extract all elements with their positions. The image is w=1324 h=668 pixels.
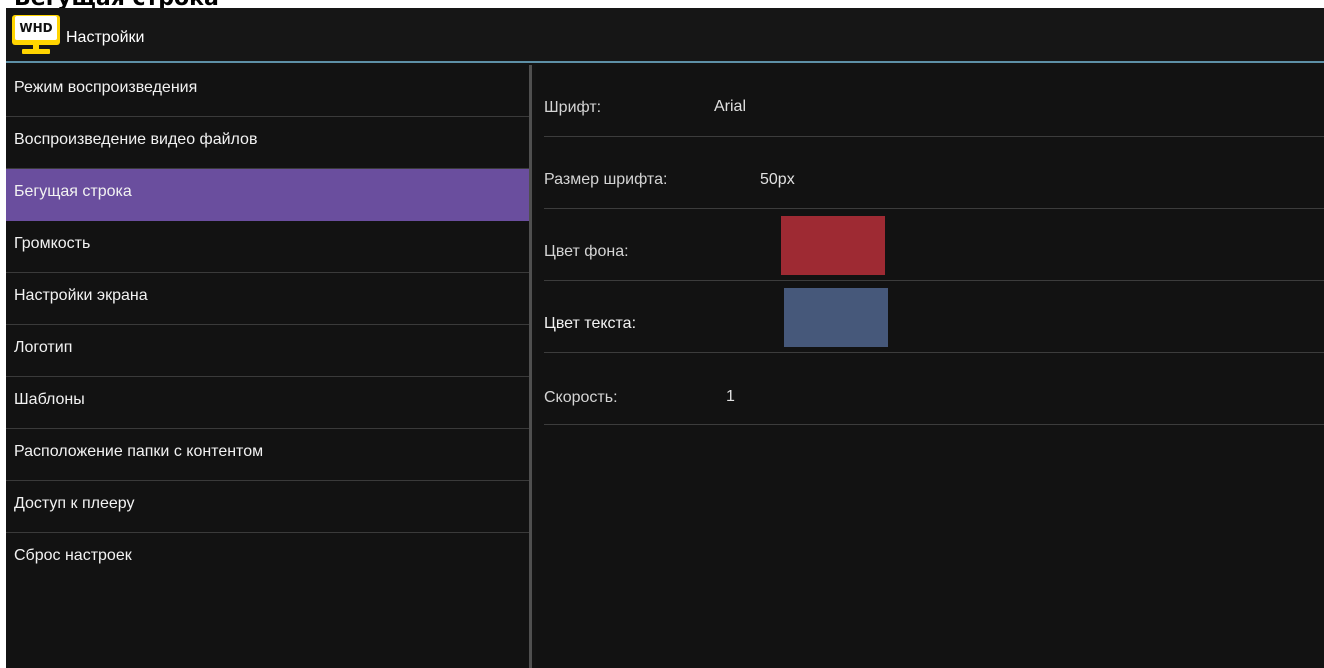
cutoff-heading: Бегущая строка: [14, 0, 219, 8]
menu-item-logo[interactable]: Логотип: [6, 325, 529, 377]
menu-item-reset-settings[interactable]: Сброс настроек: [6, 533, 529, 585]
settings-menu: Режим воспроизведения Воспроизведение ви…: [6, 65, 532, 668]
speed-setting-row[interactable]: Скорость: 1: [544, 353, 1324, 425]
font-label: Шрифт:: [544, 99, 602, 116]
font-value: Arial: [714, 98, 747, 115]
menu-item-player-access[interactable]: Доступ к плееру: [6, 481, 529, 533]
background-color-setting-row[interactable]: Цвет фона:: [544, 209, 1324, 281]
speed-label: Скорость:: [544, 389, 618, 406]
settings-screen: WHD Настройки Режим воспроизведения Восп…: [6, 8, 1324, 668]
menu-item-label: Настройки экрана: [14, 286, 148, 304]
menu-item-label: Логотип: [14, 338, 73, 356]
menu-item-label: Доступ к плееру: [14, 494, 135, 512]
logo-text: WHD: [19, 20, 53, 35]
font-setting-row[interactable]: Шрифт: Arial: [544, 65, 1324, 137]
font-size-value: 50px: [760, 171, 795, 188]
menu-item-screen-settings[interactable]: Настройки экрана: [6, 273, 529, 325]
menu-item-ticker[interactable]: Бегущая строка: [6, 169, 529, 221]
menu-item-playback-mode[interactable]: Режим воспроизведения: [6, 65, 529, 117]
speed-value: 1: [726, 388, 735, 405]
menu-item-label: Воспроизведение видео файлов: [14, 130, 258, 148]
background-color-label: Цвет фона:: [544, 243, 629, 260]
menu-item-content-folder[interactable]: Расположение папки с контентом: [6, 429, 529, 481]
text-color-setting-row[interactable]: Цвет текста:: [544, 281, 1324, 353]
menu-item-label: Сброс настроек: [14, 547, 132, 564]
menu-item-label: Режим воспроизведения: [14, 78, 198, 96]
whd-logo-icon: WHD: [12, 13, 60, 57]
menu-item-video-playback[interactable]: Воспроизведение видео файлов: [6, 117, 529, 169]
background-color-swatch[interactable]: [781, 216, 885, 275]
menu-item-label: Расположение папки с контентом: [14, 442, 264, 460]
title-bar: WHD Настройки: [6, 8, 1324, 63]
text-color-swatch[interactable]: [784, 288, 888, 347]
menu-item-label: Громкость: [14, 234, 91, 252]
top-cutoff-text: Бегущая строка: [0, 0, 1324, 8]
menu-item-volume[interactable]: Громкость: [6, 221, 529, 273]
menu-item-label: Шаблоны: [14, 390, 85, 408]
menu-item-templates[interactable]: Шаблоны: [6, 377, 529, 429]
text-color-label: Цвет текста:: [544, 315, 637, 332]
menu-item-label: Бегущая строка: [14, 182, 132, 200]
settings-panel: Шрифт: Arial Размер шрифта: 50px Цвет фо…: [536, 65, 1324, 668]
font-size-setting-row[interactable]: Размер шрифта: 50px: [544, 137, 1324, 209]
font-size-label: Размер шрифта:: [544, 171, 668, 188]
page-title: Настройки: [66, 28, 145, 46]
